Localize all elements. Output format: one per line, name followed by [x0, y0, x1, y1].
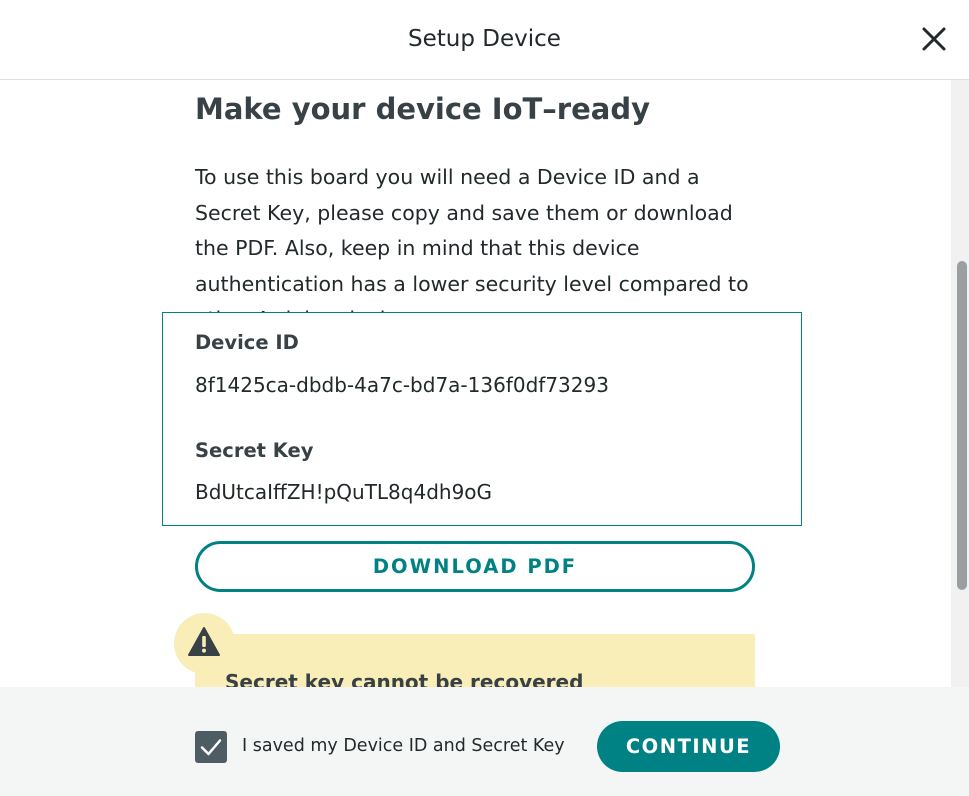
page-heading: Make your device IoT–ready	[195, 92, 650, 126]
scrollbar-thumb[interactable]	[957, 261, 967, 590]
saved-checkbox[interactable]	[195, 731, 227, 763]
credentials-box: Device ID 8f1425ca-dbdb-4a7c-bd7a-136f0d…	[162, 312, 802, 526]
close-icon[interactable]	[919, 24, 949, 54]
secret-key-value: BdUtcaIffZH!pQuTL8q4dh9oG	[195, 480, 493, 504]
check-icon	[200, 739, 222, 756]
device-id-label: Device ID	[195, 331, 299, 354]
checkbox-label[interactable]: I saved my Device ID and Secret Key	[242, 736, 565, 756]
scrollbar[interactable]	[951, 80, 969, 687]
modal-header: Setup Device	[0, 0, 969, 80]
secret-key-label: Secret Key	[195, 439, 314, 462]
warning-text: Secret key cannot be recovered	[225, 670, 584, 687]
warning-badge	[174, 613, 235, 674]
device-id-value: 8f1425ca-dbdb-4a7c-bd7a-136f0df73293	[195, 373, 609, 397]
continue-button[interactable]: CONTINUE	[597, 721, 780, 772]
description-text: To use this board you will need a Device…	[195, 165, 749, 331]
download-pdf-button[interactable]: DOWNLOAD PDF	[195, 541, 755, 592]
modal-footer: I saved my Device ID and Secret Key CONT…	[0, 687, 969, 796]
warning-icon	[188, 627, 220, 656]
modal-title: Setup Device	[408, 26, 561, 52]
modal-content: Make your device IoT–ready To use this b…	[0, 80, 951, 687]
